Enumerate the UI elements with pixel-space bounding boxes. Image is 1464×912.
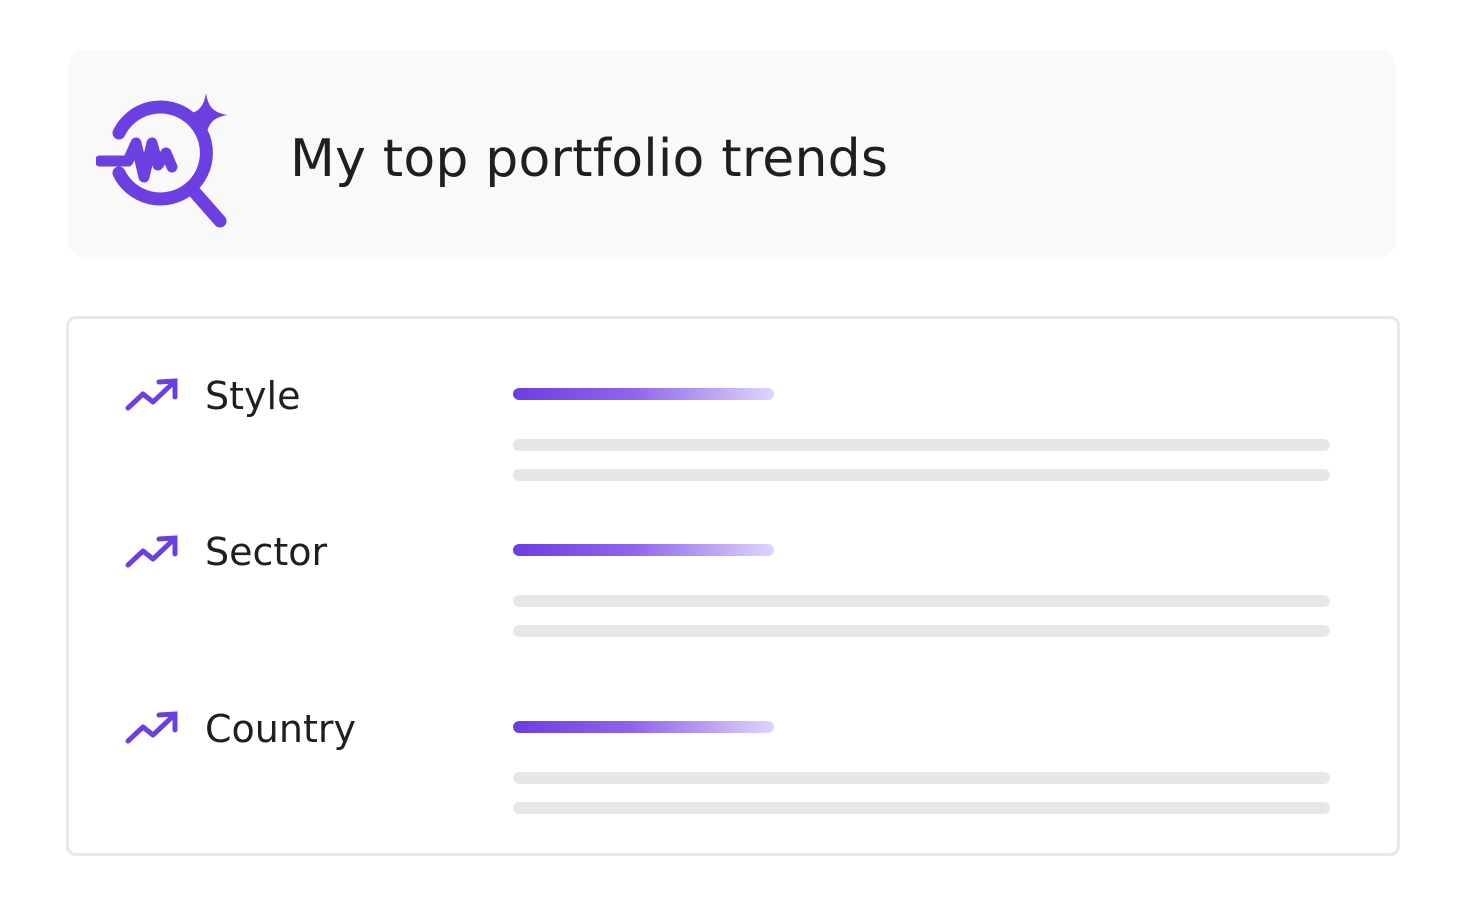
trends-card: Style Sector Country — [66, 316, 1400, 856]
trending-up-icon — [125, 378, 178, 411]
trend-label: Style — [205, 374, 301, 418]
page-title: My top portfolio trends — [290, 129, 889, 189]
placeholder-line — [513, 595, 1330, 607]
placeholder-line — [513, 802, 1330, 814]
placeholder-line — [513, 625, 1330, 637]
trend-accent-bar — [513, 544, 774, 556]
trend-accent-bar — [513, 721, 774, 733]
trending-up-icon — [125, 711, 178, 744]
placeholder-line — [513, 439, 1330, 451]
trending-up-icon — [125, 535, 178, 568]
trend-label: Sector — [205, 530, 328, 574]
placeholder-line — [513, 772, 1330, 784]
trend-label: Country — [205, 707, 356, 751]
placeholder-line — [513, 469, 1330, 481]
header-card: My top portfolio trends — [68, 50, 1396, 257]
trend-accent-bar — [513, 388, 774, 400]
insight-search-icon — [96, 93, 228, 228]
